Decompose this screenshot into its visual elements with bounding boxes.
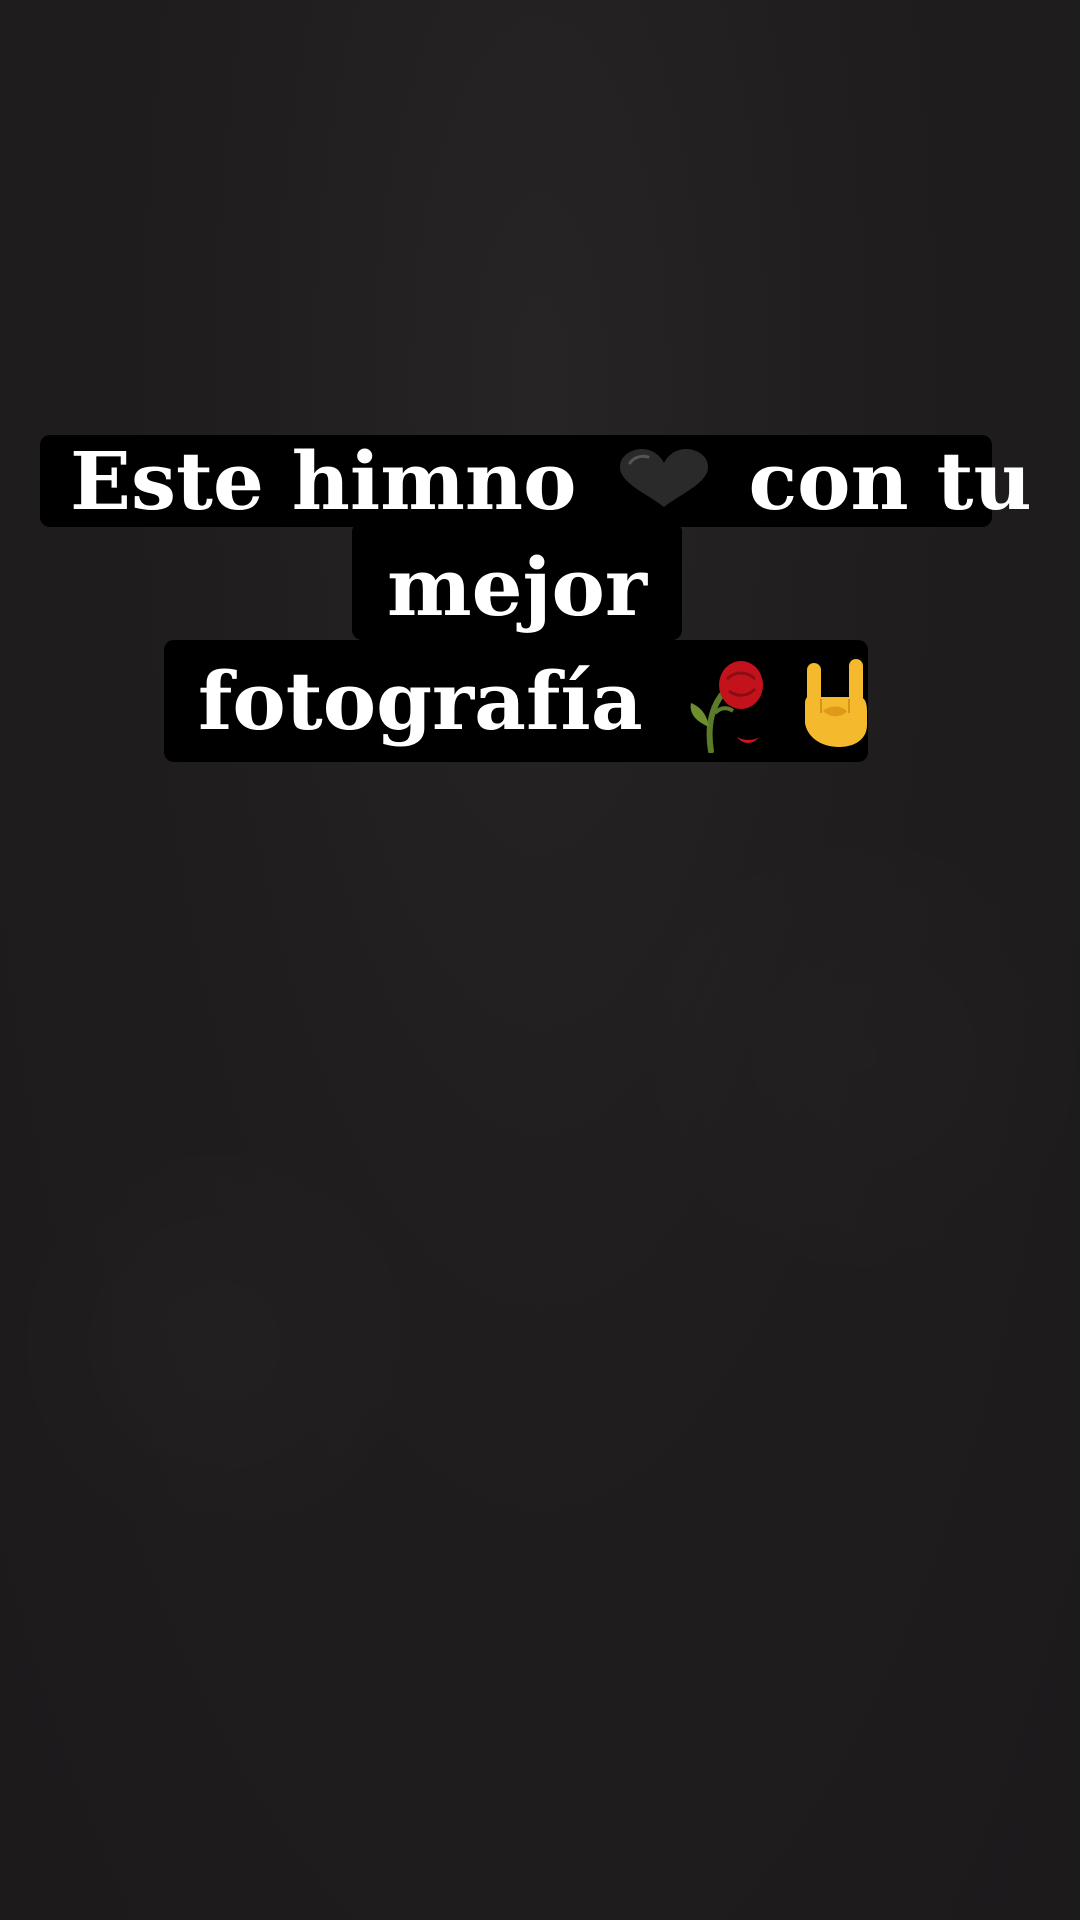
caption-text-con-tu: con tu [748,434,1032,528]
wilted-rose-icon [681,657,773,754]
story-caption[interactable]: Este himno con tu mejor fotografía [0,0,1080,1920]
caption-line-2: mejor [352,522,682,640]
caption-text-fotografia: fotografía [198,654,643,748]
sign-of-the-horns-icon [799,659,871,747]
caption-text-este-himno: Este himno [70,434,577,528]
caption-line-1: Este himno con tu [40,434,1032,528]
caption-text-mejor: mejor [387,540,647,634]
caption-line-3: fotografía [164,640,868,762]
black-heart-icon [616,435,712,507]
